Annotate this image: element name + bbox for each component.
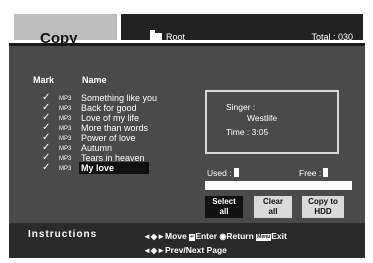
instructions-row-1: ◄◆►Move ↵Enter ◉Return MenuExit (143, 231, 287, 242)
time-value: Time : 3:05 (226, 127, 269, 137)
free-space: Free : (299, 168, 329, 178)
total-count: Total : 030 (311, 32, 353, 42)
copy-to-hdd-label-1: Copy to (308, 197, 338, 206)
prev-next-text: Prev/Next Page (165, 245, 227, 255)
name-column-header: Name (82, 75, 107, 85)
mark-column-header: Mark (33, 75, 55, 85)
used-space: Used : (207, 168, 239, 178)
file-type-tag: MP3 (59, 166, 72, 172)
menu-key-icon: Menu (256, 234, 272, 241)
select-all-button[interactable]: Select all (205, 196, 243, 218)
checkmark-icon[interactable]: ✓ (42, 162, 50, 174)
instructions-label: Instructions (28, 229, 98, 240)
arrows-4way-icon: ◄◆► (143, 232, 165, 241)
clear-all-button[interactable]: Clear all (254, 196, 292, 218)
free-marker (323, 168, 329, 177)
singer-label: Singer : (226, 102, 256, 112)
used-label: Used : (207, 168, 232, 178)
select-all-label-2: all (219, 207, 229, 216)
page-title: Copy (40, 30, 78, 47)
copy-screen: Copy Root Total : 030 Mark Name ✓ MP3 Some… (9, 9, 365, 258)
copy-to-hdd-label-2: HDD (314, 207, 332, 216)
singer-value: Westlife (247, 113, 278, 123)
capacity-bar (205, 181, 352, 190)
clear-all-label-2: all (268, 207, 278, 216)
track-name: My love (79, 162, 149, 174)
track-row[interactable]: ✓ MP3 My love (9, 162, 169, 174)
return-text: Return (226, 231, 254, 241)
folder-label: Root (166, 32, 186, 42)
exit-text: Exit (271, 231, 287, 241)
free-label: Free : (299, 168, 322, 178)
used-marker (233, 168, 239, 177)
clear-all-label-1: Clear (262, 197, 283, 206)
arrows-lr-icon: ◄◆► (143, 246, 165, 255)
instructions-row-2: ◄◆►Prev/Next Page (143, 245, 227, 256)
copy-to-hdd-button[interactable]: Copy to HDD (302, 196, 344, 218)
folder-icon (150, 30, 162, 42)
move-text: Move (165, 231, 187, 241)
track-info-panel: Singer : Westlife Time : 3:05 (205, 90, 339, 154)
enter-text: Enter (195, 231, 218, 241)
select-all-label-1: Select (212, 197, 236, 206)
